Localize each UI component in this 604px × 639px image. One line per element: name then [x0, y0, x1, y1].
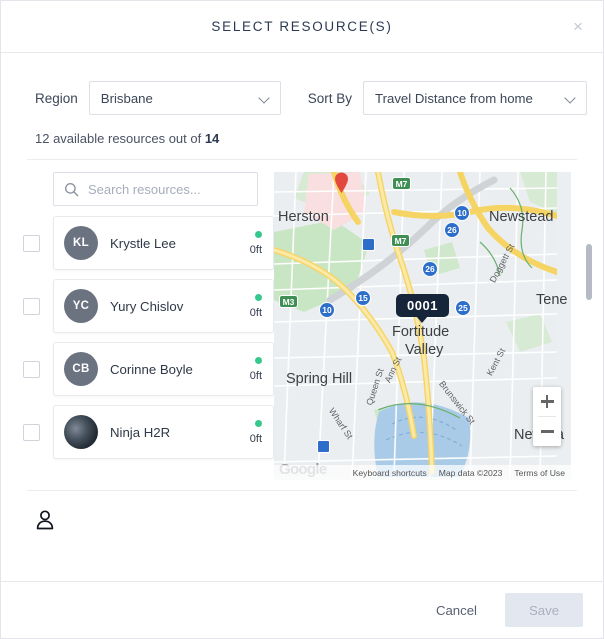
- avatar-initials: KL: [64, 226, 98, 260]
- person-icon: [35, 510, 55, 535]
- search-box[interactable]: [53, 172, 264, 206]
- region-label: Region: [35, 90, 78, 106]
- travel-distance: 0ft: [249, 243, 262, 256]
- map-route-shield: 25: [455, 300, 471, 316]
- selected-resources-strip: [27, 490, 577, 536]
- map-pin-icon: [334, 172, 349, 193]
- modal-body-scrollbar[interactable]: [586, 244, 592, 300]
- sortby-select[interactable]: Travel Distance from home: [363, 81, 588, 115]
- map-column: M7 M7 M3 10 26 26 15 10 25 Herston Newstead Tene Fo…: [274, 172, 571, 480]
- resource-list-column: KL Krystle Lee 0ft YC Yury Chislov 0ft CB Corin…: [1, 172, 274, 480]
- resource-card[interactable]: Ninja H2R 0ft: [53, 405, 274, 459]
- search-input[interactable]: [88, 181, 264, 197]
- transit-station-icon: [362, 238, 375, 251]
- zoom-in-button[interactable]: [533, 387, 561, 416]
- region-select[interactable]: Brisbane: [88, 81, 281, 115]
- transit-station-icon: [317, 440, 330, 453]
- map-route-shield: 15: [355, 290, 371, 306]
- resource-meta: 0ft: [249, 356, 262, 382]
- map-route-shield: M3: [279, 295, 298, 308]
- resource-name: Krystle Lee: [110, 235, 176, 251]
- map-route-shield: 10: [454, 205, 470, 221]
- resource-meta: 0ft: [249, 419, 262, 445]
- resource-checkbox[interactable]: [23, 297, 40, 315]
- region-select-value: Brisbane: [100, 90, 153, 106]
- close-icon[interactable]: ×: [567, 16, 589, 38]
- map-route-shield: 10: [319, 302, 335, 318]
- sortby-label: Sort By: [307, 90, 353, 106]
- availability-total: 14: [204, 131, 220, 146]
- map-attribution-bar: Keyboard shortcuts Map data ©2023 Terms …: [274, 465, 571, 480]
- save-button[interactable]: Save: [505, 593, 583, 627]
- travel-distance: 0ft: [249, 369, 262, 382]
- resource-list: KL Krystle Lee 0ft YC Yury Chislov 0ft CB Corin…: [23, 216, 274, 459]
- map-zoom-controls: [533, 387, 561, 446]
- chevron-down-icon: [260, 94, 269, 103]
- map-route-shield: M7: [392, 177, 411, 190]
- modal-header: SELECT RESOURCE(S) ×: [1, 1, 603, 53]
- map-base-graphics: [274, 172, 557, 477]
- map-canvas[interactable]: M7 M7 M3 10 26 26 15 10 25 Herston Newstead Tene Fo…: [274, 172, 571, 480]
- map-data-credit: Map data ©2023: [438, 467, 503, 478]
- availability-prefix: 12 available resources out of: [35, 131, 205, 146]
- search-icon: [64, 182, 79, 197]
- resource-name: Corinne Boyle: [110, 361, 193, 377]
- status-badge: [255, 293, 262, 301]
- avatar-initials: YC: [64, 289, 98, 323]
- resource-card[interactable]: CB Corinne Boyle 0ft: [53, 342, 274, 396]
- resource-row: Ninja H2R 0ft: [23, 405, 274, 459]
- modal-body: Region Brisbane Sort By Travel Distance …: [1, 53, 603, 581]
- sortby-select-value: Travel Distance from home: [375, 90, 533, 106]
- page-title: SELECT RESOURCE(S): [211, 19, 393, 34]
- zoom-out-button[interactable]: [533, 417, 561, 446]
- availability-count: 12 available resources out of 14: [1, 115, 603, 146]
- map-route-shield: M7: [391, 234, 410, 247]
- resource-row: YC Yury Chislov 0ft: [23, 279, 274, 333]
- terms-of-use-link[interactable]: Terms of Use: [514, 468, 565, 478]
- resource-checkbox[interactable]: [23, 360, 40, 378]
- resource-meta: 0ft: [249, 293, 262, 319]
- keyboard-shortcuts-link[interactable]: Keyboard shortcuts: [353, 468, 427, 478]
- travel-distance: 0ft: [249, 306, 262, 319]
- select-resources-modal: SELECT RESOURCE(S) × Region Brisbane Sor…: [0, 0, 604, 639]
- map-route-shield: 26: [444, 222, 460, 238]
- content-area: KL Krystle Lee 0ft YC Yury Chislov 0ft CB Corin…: [1, 160, 603, 480]
- resource-meta: 0ft: [249, 230, 262, 256]
- avatar-photo: [64, 415, 98, 449]
- resource-row: CB Corinne Boyle 0ft: [23, 342, 274, 396]
- status-badge: [255, 230, 262, 238]
- resource-name: Yury Chislov: [110, 298, 184, 314]
- filter-bar: Region Brisbane Sort By Travel Distance …: [1, 53, 603, 115]
- resource-card[interactable]: YC Yury Chislov 0ft: [53, 279, 274, 333]
- cancel-button[interactable]: Cancel: [426, 595, 487, 626]
- avatar-initials: CB: [64, 352, 98, 386]
- chevron-down-icon: [566, 94, 575, 103]
- resource-name: Ninja H2R: [110, 424, 171, 440]
- modal-footer: Cancel Save: [1, 581, 603, 638]
- map-job-marker[interactable]: 0001: [396, 294, 449, 317]
- travel-distance: 0ft: [249, 432, 262, 445]
- status-badge: [255, 419, 262, 427]
- map-route-shield: 26: [422, 261, 438, 277]
- status-badge: [255, 356, 262, 364]
- resource-checkbox[interactable]: [23, 234, 40, 252]
- resource-card[interactable]: KL Krystle Lee 0ft: [53, 216, 274, 270]
- resource-row: KL Krystle Lee 0ft: [23, 216, 274, 270]
- resource-checkbox[interactable]: [23, 423, 40, 441]
